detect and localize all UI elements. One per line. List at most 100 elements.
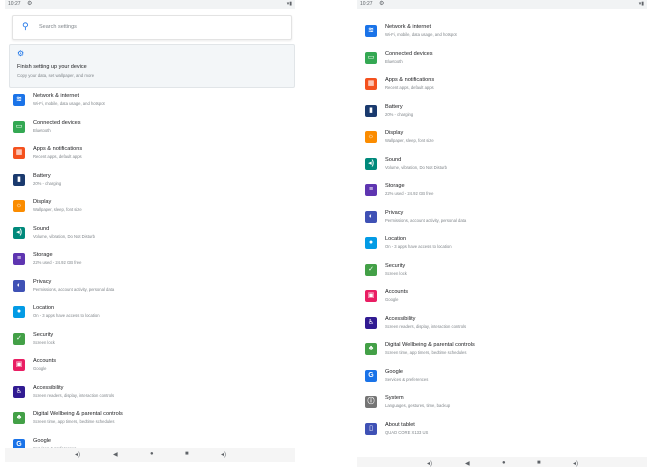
- settings-item-title: Network & internet: [33, 93, 80, 99]
- settings-item-display[interactable]: ☼ Display Wallpaper, sleep, font size: [5, 194, 295, 221]
- settings-item-subtitle: 22% used - 24.92 GB free: [385, 191, 434, 196]
- sound-icon: ◂): [13, 226, 25, 239]
- settings-item-accessibility[interactable]: ♿ Accessibility Screen readers, display, i…: [357, 311, 647, 338]
- settings-list: ≋ Network & internet Wi-Fi, mobile, data u…: [357, 19, 647, 443]
- settings-item-subtitle: Bluetooth: [33, 127, 51, 133]
- settings-item-title: About tablet: [385, 421, 415, 428]
- privacy-icon: ◐: [13, 279, 25, 292]
- settings-item-subtitle: Volume, vibration, Do Not Disturb: [385, 164, 447, 170]
- volume-down-icon[interactable]: ◂): [427, 460, 432, 467]
- settings-item-subtitle: Wi-Fi, mobile, data usage, and hotspot: [33, 101, 105, 106]
- home-icon[interactable]: ●: [150, 451, 154, 457]
- status-time: 10:27: [360, 1, 373, 7]
- privacy-icon: ◐: [365, 210, 377, 223]
- network-icon: ≋: [13, 94, 25, 106]
- volume-down-icon[interactable]: ◂): [75, 451, 80, 458]
- settings-item-location[interactable]: ● Location On - 3 apps have access to loca…: [5, 300, 295, 327]
- display-icon: ☼: [13, 200, 25, 212]
- search-bar[interactable]: ⚲ Search settings: [12, 15, 292, 40]
- settings-item-security[interactable]: ✓ Security Screen lock: [5, 327, 295, 354]
- gear-icon: ⚙: [379, 1, 385, 7]
- setup-suggestion-card[interactable]: ⚙ Finish setting up your device Copy you…: [9, 44, 295, 88]
- settings-item-storage[interactable]: ≡ Storage 22% used - 24.92 GB free: [5, 247, 295, 274]
- settings-item-connected[interactable]: ▭ Connected devices Bluetooth: [357, 46, 647, 73]
- settings-item-privacy[interactable]: ◐ Privacy Permissions, account activity, p…: [5, 274, 295, 301]
- gear-icon: ⚙: [27, 1, 33, 7]
- settings-item-network[interactable]: ≋ Network & internet Wi-Fi, mobile, data u…: [5, 88, 295, 115]
- settings-item-subtitle: 22% used - 24.92 GB free: [33, 260, 82, 265]
- settings-screen-right: 10:27 ⚙ ▾▮ ≋ Network & internet Wi-Fi, mob…: [357, 0, 647, 467]
- settings-list: ≋ Network & internet Wi-Fi, mobile, data u…: [5, 88, 295, 459]
- settings-item-title: Location: [33, 305, 55, 311]
- accounts-icon: ▣: [13, 359, 25, 371]
- settings-item-title: Battery: [385, 103, 403, 110]
- back-icon[interactable]: ◀: [465, 460, 470, 467]
- settings-item-sound[interactable]: ◂) Sound Volume, vibration, Do Not Disturb: [357, 152, 647, 179]
- navigation-bar: ◂) ◀ ● ■ ◂): [357, 457, 647, 467]
- settings-item-subtitle: Screen lock: [385, 270, 407, 276]
- volume-up-icon[interactable]: ◂): [573, 460, 578, 467]
- settings-item-title: Apps & notifications: [385, 77, 435, 83]
- settings-item-subtitle: Permissions, account activity, personal …: [33, 286, 115, 292]
- display-icon: ☼: [365, 131, 377, 143]
- settings-item-subtitle: Services & preferences: [385, 376, 429, 382]
- settings-item-display[interactable]: ☼ Display Wallpaper, sleep, font size: [357, 125, 647, 152]
- settings-item-apps[interactable]: ▦ Apps & notifications Recent apps, defaul…: [357, 72, 647, 99]
- settings-item-wellbeing[interactable]: ♣ Digital Wellbeing & parental controls Sc…: [357, 337, 647, 364]
- settings-item-title: Digital Wellbeing & parental controls: [385, 342, 475, 348]
- search-icon: ⚲: [22, 21, 29, 31]
- back-icon[interactable]: ◀: [113, 451, 118, 458]
- settings-item-subtitle: Google: [33, 366, 47, 371]
- recents-icon[interactable]: ■: [537, 460, 541, 466]
- settings-item-subtitle: Recent apps, default apps: [33, 154, 82, 159]
- settings-item-about[interactable]: ▯ About tablet QUAD CORE X133 US: [357, 417, 647, 444]
- settings-item-subtitle: Volume, vibration, Do Not Disturb: [33, 233, 95, 239]
- accessibility-icon: ♿: [13, 385, 25, 398]
- settings-item-subtitle: Recent apps, default apps: [385, 85, 434, 90]
- settings-item-subtitle: On - 3 apps have access to location: [33, 313, 100, 318]
- settings-item-privacy[interactable]: ◐ Privacy Permissions, account activity, p…: [357, 205, 647, 232]
- settings-item-sound[interactable]: ◂) Sound Volume, vibration, Do Not Disturb: [5, 221, 295, 248]
- settings-item-apps[interactable]: ▦ Apps & notifications Recent apps, defaul…: [5, 141, 295, 168]
- security-icon: ✓: [365, 263, 377, 276]
- battery-icon: ▮: [13, 173, 25, 186]
- settings-item-accounts[interactable]: ▣ Accounts Google: [5, 353, 295, 380]
- system-icon: ⓘ: [365, 396, 377, 408]
- settings-item-battery[interactable]: ▮ Battery 20% - charging: [357, 99, 647, 126]
- settings-item-security[interactable]: ✓ Security Screen lock: [357, 258, 647, 285]
- settings-item-location[interactable]: ● Location On - 3 apps have access to loca…: [357, 231, 647, 258]
- recents-icon[interactable]: ■: [185, 451, 189, 457]
- settings-item-subtitle: Screen readers, display, interaction con…: [33, 392, 115, 398]
- navigation-bar: ◂) ◀ ● ■ ◂): [5, 448, 295, 462]
- status-bar: 10:27 ⚙ ▾▮: [5, 0, 295, 9]
- about-icon: ▯: [365, 422, 377, 435]
- settings-item-subtitle: Wi-Fi, mobile, data usage, and hotspot: [385, 32, 457, 37]
- settings-item-title: Connected devices: [385, 50, 433, 57]
- settings-item-network[interactable]: ≋ Network & internet Wi-Fi, mobile, data u…: [357, 19, 647, 46]
- settings-item-accessibility[interactable]: ♿ Accessibility Screen readers, display, i…: [5, 380, 295, 407]
- settings-item-title: Security: [385, 262, 406, 269]
- settings-item-title: Location: [385, 236, 407, 242]
- signal-icon: ▾▮: [638, 1, 644, 7]
- volume-up-icon[interactable]: ◂): [221, 451, 226, 458]
- connected-icon: ▭: [365, 51, 377, 64]
- settings-item-system[interactable]: ⓘ System Languages, gestures, time, backup: [357, 390, 647, 417]
- settings-item-battery[interactable]: ▮ Battery 20% - charging: [5, 168, 295, 195]
- status-time: 10:27: [8, 1, 21, 7]
- home-icon[interactable]: ●: [502, 460, 506, 466]
- sound-icon: ◂): [365, 157, 377, 170]
- gear-icon: ⚙: [17, 49, 25, 58]
- settings-item-subtitle: QUAD CORE X133 US: [385, 429, 429, 435]
- settings-item-storage[interactable]: ≡ Storage 22% used - 24.92 GB free: [357, 178, 647, 205]
- network-icon: ≋: [365, 25, 377, 37]
- settings-item-subtitle: 20% - charging: [33, 180, 62, 186]
- settings-item-accounts[interactable]: ▣ Accounts Google: [357, 284, 647, 311]
- settings-item-google[interactable]: G GoogleServices & preferences: [357, 364, 647, 391]
- accessibility-icon: ♿: [365, 316, 377, 329]
- settings-item-wellbeing[interactable]: ♣ Digital Wellbeing & parental controls Sc…: [5, 406, 295, 433]
- storage-icon: ≡: [13, 253, 25, 265]
- connected-icon: ▭: [13, 120, 25, 133]
- settings-item-connected[interactable]: ▭ Connected devices Bluetooth: [5, 115, 295, 142]
- settings-item-title: Sound: [33, 225, 50, 232]
- settings-item-title: Google: [33, 437, 52, 444]
